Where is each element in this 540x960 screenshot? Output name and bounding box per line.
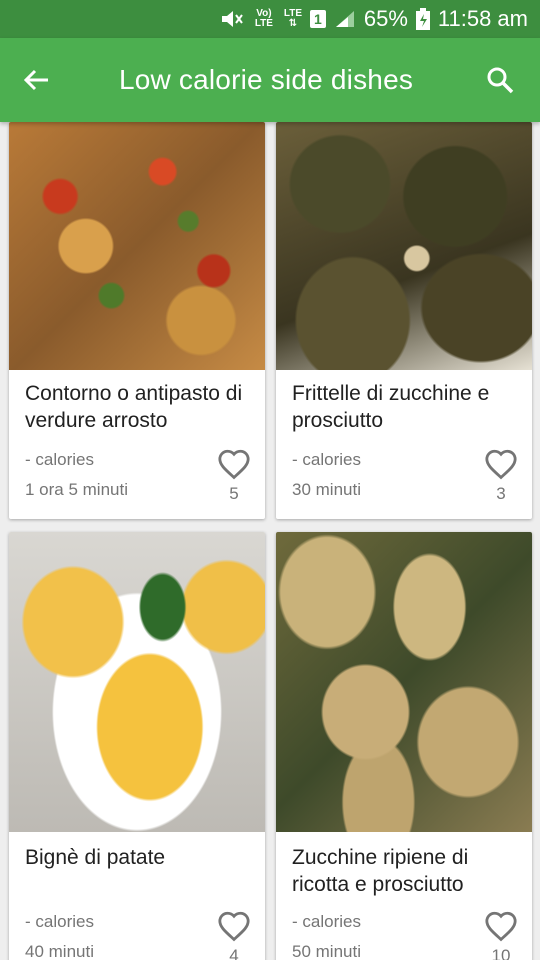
- heart-icon[interactable]: [484, 448, 518, 480]
- recipe-photo: [9, 122, 265, 370]
- battery-percent: 65%: [363, 6, 408, 31]
- recipe-calories: - calories: [25, 450, 94, 469]
- recipe-photo: [9, 532, 265, 832]
- recipe-card[interactable]: Zucchine ripiene di ricotta e prosciutto…: [276, 532, 532, 960]
- recipe-name: Frittelle di zucchine e prosciutto: [292, 382, 490, 432]
- clock: 11:58 am: [437, 6, 528, 31]
- recipe-photo: [276, 122, 532, 370]
- heart-icon[interactable]: [484, 910, 518, 942]
- app-bar: Low calorie side dishes: [0, 38, 540, 122]
- network-type: LTE ⇅: [283, 8, 303, 29]
- like-count: 3: [496, 484, 506, 503]
- status-bar: Vo) LTE LTE ⇅ 1 65% 11:58 am: [0, 0, 540, 38]
- signal-icon: [334, 9, 356, 29]
- heart-icon[interactable]: [217, 910, 251, 942]
- like-count: 5: [229, 484, 239, 503]
- like-count: 10: [491, 946, 511, 960]
- sim-icon: 1: [310, 10, 326, 28]
- search-button[interactable]: [460, 38, 540, 122]
- heart-icon[interactable]: [217, 448, 251, 480]
- recipe-calories: - calories: [292, 450, 361, 469]
- back-button[interactable]: [0, 38, 72, 122]
- recipe-name: Bignè di patate: [25, 846, 166, 869]
- mute-icon: [220, 9, 244, 29]
- recipe-grid: Contorno o antipasto di verdure arrosto …: [0, 122, 540, 960]
- recipe-name: Contorno o antipasto di verdure arrosto: [25, 382, 243, 432]
- search-icon: [487, 67, 514, 94]
- recipe-card[interactable]: Frittelle di zucchine e prosciutto - cal…: [276, 122, 532, 519]
- arrow-back-icon: [23, 69, 48, 91]
- recipe-time: 1 ora 5 minuti: [25, 480, 128, 499]
- recipe-time: 50 minuti: [292, 942, 361, 960]
- recipe-time: 30 minuti: [292, 480, 361, 499]
- battery-charging-icon: [415, 8, 430, 30]
- recipe-card[interactable]: Bignè di patate - calories 40 minuti 4: [9, 532, 265, 960]
- recipe-calories: - calories: [25, 912, 94, 931]
- recipe-card[interactable]: Contorno o antipasto di verdure arrosto …: [9, 122, 265, 519]
- like-count: 4: [229, 946, 239, 960]
- volte-indicator: Vo) LTE: [254, 8, 273, 29]
- recipe-time: 40 minuti: [25, 942, 94, 960]
- recipe-calories: - calories: [292, 912, 361, 931]
- page-title: Low calorie side dishes: [118, 64, 414, 95]
- recipe-name: Zucchine ripiene di ricotta e prosciutto: [292, 846, 469, 896]
- recipe-photo: [276, 532, 532, 832]
